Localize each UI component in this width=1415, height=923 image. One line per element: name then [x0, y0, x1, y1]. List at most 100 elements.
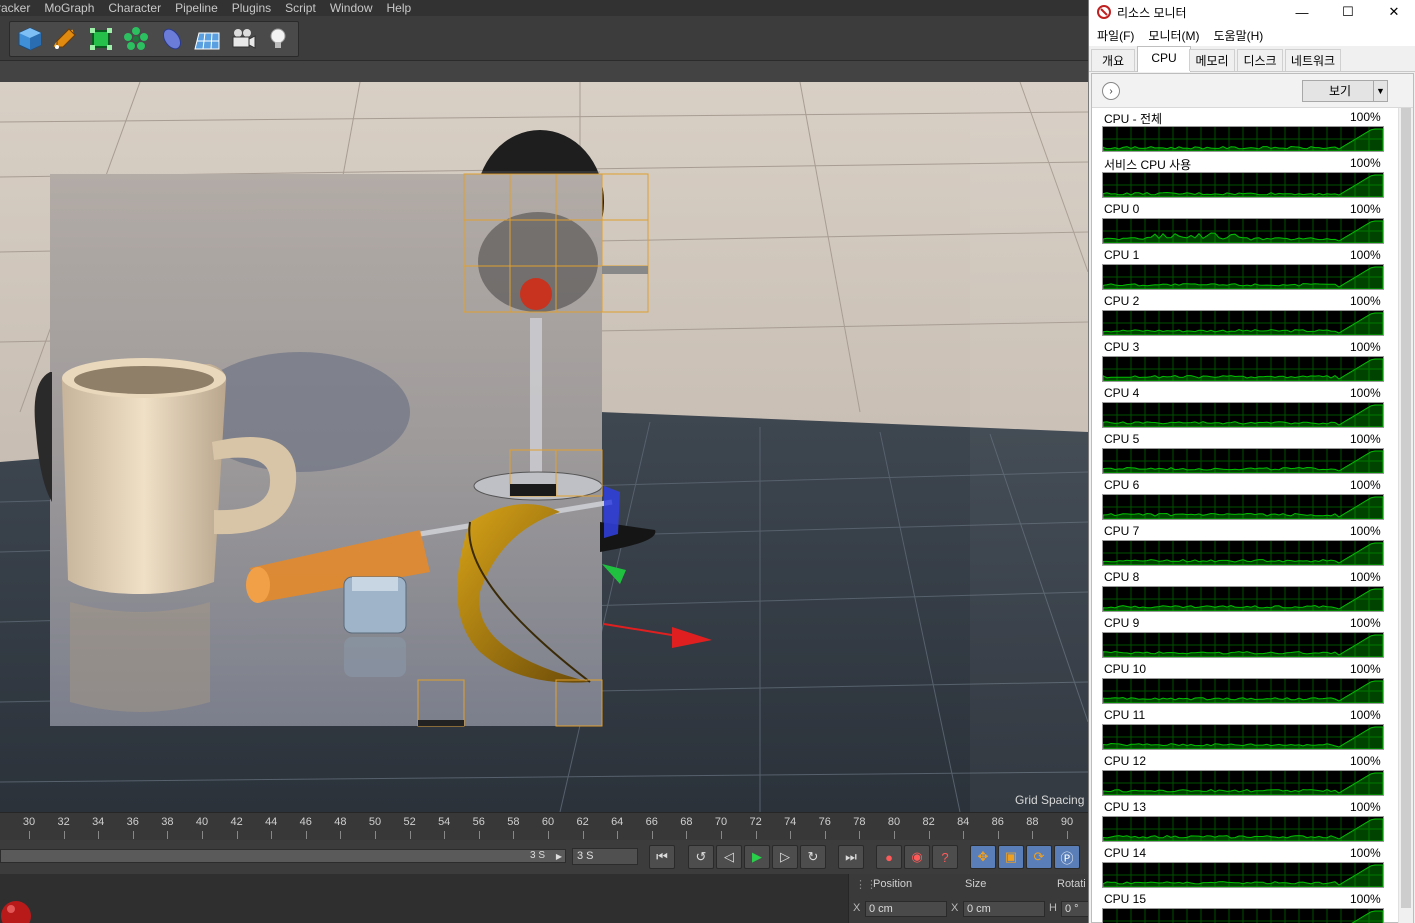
timeline-tick-label: 76 [818, 816, 831, 828]
rotation-h-field[interactable]: 0 ° [1061, 901, 1089, 917]
cpu-graph-max-label: 100% [1350, 800, 1381, 814]
menu-tracker[interactable]: racker [0, 1, 30, 15]
menu-file[interactable]: 파일(F) [1097, 27, 1134, 44]
cpu-graph-label: CPU 7 [1104, 524, 1140, 538]
minimize-button[interactable]: — [1279, 0, 1325, 24]
timeline-tick [686, 831, 688, 839]
cpu-graph-max-label: 100% [1350, 248, 1381, 262]
tab-memory[interactable]: 메모리 [1189, 49, 1235, 71]
go-end-icon[interactable]: ⏭ [838, 845, 864, 869]
dropdown-arrow-icon: ▼ [1373, 81, 1387, 101]
time-slider[interactable]: 3 S ▶ [0, 849, 566, 863]
prev-key-icon[interactable]: ↺ [688, 845, 714, 869]
size-x-field[interactable]: 0 cm [963, 901, 1045, 917]
tab-disk[interactable]: 디스크 [1237, 49, 1283, 71]
cpu-graph-block: CPU 15 100% [1092, 890, 1402, 923]
menu-help[interactable]: 도움말(H) [1214, 27, 1264, 44]
cpu-graph-block: CPU 7 100% [1092, 522, 1402, 568]
rotation-label: Rotati [1057, 878, 1086, 890]
rotate-icon[interactable]: ⟳ [1026, 845, 1052, 869]
menu-pipeline[interactable]: Pipeline [175, 1, 218, 15]
cloner-icon[interactable] [121, 23, 153, 55]
record-icon[interactable]: ● [876, 845, 902, 869]
cpu-graph-label: CPU 6 [1104, 478, 1140, 492]
go-start-icon[interactable]: ⏮ [649, 845, 675, 869]
cpu-usage-graph [1102, 310, 1384, 336]
resource-monitor-window: 리소스 모니터 — ☐ ✕ 파일(F) 모니터(M) 도움말(H) 개요 CPU… [1088, 0, 1415, 923]
camera-icon[interactable] [227, 23, 259, 55]
step-forward-icon[interactable]: ▷ [772, 845, 798, 869]
cpu-graph-label: CPU 3 [1104, 340, 1140, 354]
timeline-tick-label: 56 [472, 816, 485, 828]
timeline-tick-label: 30 [22, 816, 36, 828]
light-icon[interactable] [263, 23, 295, 55]
timeline-tick-label: 58 [507, 816, 520, 828]
step-back-icon[interactable]: ◁ [716, 845, 742, 869]
close-button[interactable]: ✕ [1371, 0, 1415, 24]
timeline-tick-label: 44 [265, 816, 278, 828]
timeline-tick-label: 40 [195, 816, 209, 828]
slider-arrow-icon: ▶ [555, 852, 562, 861]
window-title: 리소스 모니터 [1117, 5, 1187, 20]
timeline-tick [202, 831, 203, 839]
timeline-tick-label: 84 [957, 816, 970, 828]
timeline-tick-label: 90 [1060, 816, 1074, 828]
deformer-icon[interactable] [156, 23, 188, 55]
tab-network[interactable]: 네트워크 [1285, 49, 1341, 71]
keyframe-help-icon[interactable]: ? [932, 845, 958, 869]
maximize-button[interactable]: ☐ [1325, 0, 1371, 24]
view-dropdown[interactable]: 보기 ▼ [1302, 80, 1388, 102]
menu-plugins[interactable]: Plugins [232, 1, 271, 15]
cpu-usage-graph [1102, 172, 1384, 198]
cpu-usage-graph [1102, 632, 1384, 658]
floor-icon[interactable] [192, 23, 224, 55]
autokey-icon[interactable]: ◉ [904, 845, 930, 869]
cpu-graph-label: 서비스 CPU 사용 [1104, 158, 1192, 172]
timeline-tick-label: 48 [334, 816, 347, 828]
menu-help[interactable]: Help [387, 1, 412, 15]
cpu-graph-block: CPU 1 100% [1092, 246, 1402, 292]
timeline-tick [721, 831, 722, 839]
cpu-graph-label: CPU 11 [1104, 708, 1146, 722]
current-time-field[interactable]: 3 S [572, 848, 638, 865]
3d-viewport[interactable]: Grid Spacing : [0, 82, 1088, 812]
timeline-tick [98, 831, 100, 839]
menu-monitor[interactable]: 모니터(M) [1148, 27, 1199, 44]
timeline-tick [963, 831, 965, 839]
menu-script[interactable]: Script [285, 1, 316, 15]
cpu-graph-block: CPU 9 100% [1092, 614, 1402, 660]
timeline-tick [444, 831, 446, 839]
graph-grid [1103, 909, 1383, 923]
material-preview-icon[interactable] [0, 898, 32, 923]
param-icon[interactable]: Ⓟ [1054, 845, 1080, 869]
subdivision-icon[interactable] [85, 23, 117, 55]
timeline-tick-label: 34 [92, 816, 105, 828]
expand-icon[interactable]: › [1102, 82, 1120, 100]
next-key-icon[interactable]: ↻ [800, 845, 826, 869]
tab-overview[interactable]: 개요 [1091, 49, 1135, 71]
menu-window[interactable]: Window [330, 1, 373, 15]
menu-mograph[interactable]: MoGraph [44, 1, 94, 15]
pen-icon[interactable] [50, 23, 82, 55]
cpu-graph-block: CPU 10 100% [1092, 660, 1402, 706]
cube-icon[interactable] [14, 23, 46, 55]
cpu-usage-graph [1102, 448, 1384, 474]
tab-cpu[interactable]: CPU [1137, 46, 1191, 72]
cpu-usage-graph [1102, 862, 1384, 888]
play-icon[interactable]: ▶ [744, 845, 770, 869]
graph-scrollbar[interactable] [1398, 108, 1413, 923]
cpu-graph-max-label: 100% [1350, 340, 1381, 354]
move-icon[interactable]: ✥ [970, 845, 996, 869]
resmon-titlebar[interactable]: 리소스 모니터 — ☐ ✕ [1089, 0, 1415, 24]
timeline-tick [755, 831, 757, 839]
menu-character[interactable]: Character [108, 1, 161, 15]
resmon-cpu-panel: › 보기 ▼ CPU - 전체 100% 서비스 CPU 사용 100% CPU 0 10… [1091, 73, 1414, 923]
position-x-field[interactable]: 0 cm [865, 901, 947, 917]
cpu-usage-graph [1102, 724, 1384, 750]
cpu-graph-block: CPU 4 100% [1092, 384, 1402, 430]
scale-icon[interactable]: ▣ [998, 845, 1024, 869]
scrollbar-thumb[interactable] [1401, 108, 1411, 908]
viewport-header [0, 60, 1088, 82]
timeline-ruler[interactable]: 30 32 34 36 38 40 42 44 46 48 50 52 54 56 58 60 62 64 66 68… [0, 812, 1088, 840]
resmon-menubar: 파일(F) 모니터(M) 도움말(H) [1089, 24, 1415, 46]
